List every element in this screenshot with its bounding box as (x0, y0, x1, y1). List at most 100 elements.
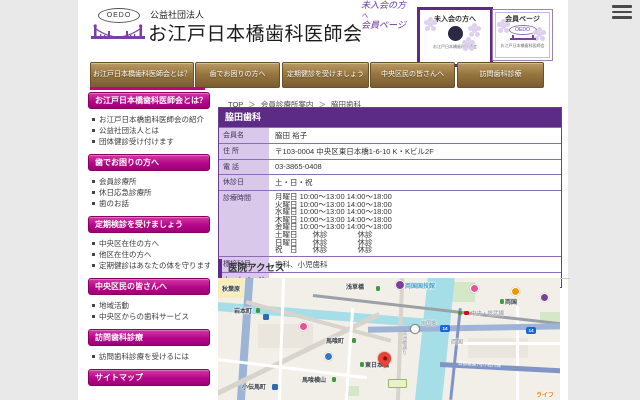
nav-home-visit-button[interactable]: 訪問歯科診療 (457, 62, 544, 88)
map-label-life-store: ライフ (536, 390, 554, 399)
sidebar-section-checkup[interactable]: 定期検診を受けましょう (88, 216, 210, 233)
logo-oedo-text: OEDO (98, 8, 140, 23)
non-member-card-banner[interactable]: 未入会の方へ お江戸日本橋歯科医師会 (417, 7, 493, 67)
nav-checkup-button[interactable]: 定期健診を受けましょう (282, 62, 369, 88)
table-row: 電 話 03-3865-0408 (219, 159, 561, 174)
table-row: 会員名 脇田 裕子 (219, 127, 561, 143)
site-logo[interactable]: OEDO (90, 8, 148, 52)
poi-purple-icon (540, 293, 549, 302)
promo-line-1: 未入会の方 (361, 1, 421, 11)
map-label-iwamotocho: 岩本町 (234, 306, 252, 315)
bridge-icon (90, 23, 146, 47)
map-label-akihabara: 秋葉原 (222, 284, 240, 293)
row-value: 〒103-0004 中央区東日本橋1-6-10 K・Kビル2F (269, 144, 561, 159)
sidebar-item[interactable]: 中央区在住の方へ (88, 238, 210, 249)
sidebar-item[interactable]: 休日応急診療所 (88, 187, 210, 198)
sidebar-item[interactable]: 定期健診はあなたの体を守ります (88, 260, 210, 271)
site-title: お江戸日本橋歯科医師会 (148, 19, 363, 46)
sidebar-item[interactable]: 他区在住の方へ (88, 249, 210, 260)
sidebar-item[interactable]: 歯のお話 (88, 198, 210, 209)
map-label-kiyosubashi-dori: 清洲橋通り (401, 330, 408, 355)
table-row: 休診日 土・日・祝 (219, 174, 561, 190)
row-value: 03-3865-0408 (269, 160, 561, 174)
nav-about-button[interactable]: お江戸日本橋歯科医師会とは？ (90, 62, 194, 88)
oedo-line-station-icon (470, 284, 479, 293)
page-content: OEDO 公益社団法人 お江戸日本橋歯科医師会 未入会の方 (78, 0, 568, 400)
sidebar-section-tooth-trouble[interactable]: 歯でお困りの方へ (88, 154, 210, 171)
row-label: 会員名 (219, 128, 269, 143)
emblem-icon (448, 26, 463, 41)
row-label: 休診日 (219, 175, 269, 190)
flower-icon (537, 32, 542, 37)
map-road (516, 306, 519, 400)
clinic-access-map[interactable]: 14 14 秋葉原 岩本町 浅草橋 両国国技館 両国 中央・総武線 両国 両国橋… (218, 278, 560, 400)
station-marker-icon (376, 286, 380, 291)
screenshot-stage: OEDO 公益社団法人 お江戸日本橋歯科医師会 未入会の方 (0, 0, 640, 400)
sidebar-item[interactable]: お江戸日本橋歯科医師会の紹介 (88, 114, 210, 125)
sidebar-item[interactable]: 団体健診受け付けます (88, 136, 210, 147)
table-row: 診療時間 月曜日 10:00～13:00 14:00～18:00 火曜日 10:… (219, 190, 561, 256)
metro-icon-kodenmacho (272, 384, 278, 390)
member-promo-link[interactable]: 未入会の方 へ 会員ページ (361, 1, 421, 31)
map-label-kodenmacho: 小伝馬町 (242, 382, 266, 391)
map-buildings (468, 338, 528, 358)
map-label-asakusabashi: 浅草橋 (346, 282, 364, 291)
flower-icon (428, 22, 433, 27)
row-label: 住 所 (219, 144, 269, 159)
sidebar-section-about[interactable]: お江戸日本橋歯科医師会とは？ (88, 92, 210, 109)
metro-icon (263, 314, 269, 320)
clinic-name-header: 脇田歯科 (219, 108, 561, 127)
sidebar-item[interactable]: 訪問歯科診療を受けるには (88, 351, 210, 362)
nav-chuo-residents-button[interactable]: 中央区民の皆さんへ (370, 62, 455, 88)
sidebar-section-home-visit[interactable]: 訪問歯科診療 (88, 329, 210, 346)
card-label: 会員ページ (493, 14, 552, 24)
station-marker-icon (352, 338, 356, 343)
station-marker-icon (256, 308, 260, 313)
map-road (458, 342, 560, 345)
poi-orange-icon (511, 287, 520, 296)
station-marker-icon (500, 299, 504, 304)
sidebar-item[interactable]: 会員診療所 (88, 176, 210, 187)
toei-line-station-icon (299, 322, 308, 331)
route-14-shield: 14 (526, 327, 536, 334)
sumida-river (413, 278, 456, 400)
row-label: 診療時間 (219, 191, 269, 256)
station-marker-icon (360, 362, 364, 367)
map-label-kokugikan: 両国国技館 (405, 281, 435, 290)
map-label-ryogoku-station: 両国 (505, 297, 517, 306)
table-row: 住 所 〒103-0004 中央区東日本橋1-6-10 K・Kビル2F (219, 143, 561, 159)
row-label: 電 話 (219, 160, 269, 174)
access-section-title: 医院アクセス (218, 259, 570, 279)
nav-tooth-trouble-button[interactable]: 歯でお困りの方へ (195, 62, 280, 88)
flower-icon (472, 28, 477, 33)
mini-oedo-logo: OEDO (509, 25, 537, 35)
route-14-shield: 14 (440, 325, 450, 332)
map-label-ryogoku-area: 両国 (451, 337, 463, 346)
jr-logo-icon (464, 311, 469, 315)
station-blue-icon (324, 352, 333, 361)
card-caption: お江戸日本橋歯科医師会 (420, 44, 490, 50)
row-value-schedule: 月曜日 10:00～13:00 14:00～18:00 火曜日 10:00～13… (269, 191, 561, 256)
nav-active-underline (90, 87, 205, 90)
row-value: 土・日・祝 (269, 175, 561, 190)
map-label-bakurocho: 馬喰町 (326, 336, 344, 345)
sidebar-item[interactable]: 中央区からの歯科サービス (88, 311, 210, 322)
map-label-ryogokubashi: 両国橋 (421, 320, 436, 327)
sidebar-section-sitemap[interactable]: サイトマップ (88, 369, 210, 386)
kokugikan-icon (395, 280, 405, 290)
member-page-card-banner[interactable]: 会員ページ OEDO お江戸日本橋歯科医師会 (492, 9, 553, 61)
sidebar-item[interactable]: 地域活動 (88, 300, 210, 311)
hamburger-menu-icon[interactable] (612, 5, 632, 21)
flower-icon (501, 24, 506, 29)
mini-bridge-icon (510, 38, 536, 40)
station-marker-icon (458, 311, 462, 315)
station-marker-icon (332, 377, 336, 382)
map-label-sobu-line: 中央・総武線 (471, 309, 504, 317)
sidebar: お江戸日本橋歯科医師会とは？ お江戸日本橋歯科医師会の紹介 公益社団法人とは 団… (88, 92, 210, 391)
card-caption: お江戸日本橋歯科医師会 (493, 43, 552, 49)
sidebar-item[interactable]: 公益社団法人とは (88, 125, 210, 136)
pier-poi-icon (410, 324, 420, 334)
sidebar-section-residents[interactable]: 中央区民の皆さんへ (88, 278, 210, 295)
row-value: 脇田 裕子 (269, 128, 561, 143)
expressway-riverside (449, 308, 462, 400)
